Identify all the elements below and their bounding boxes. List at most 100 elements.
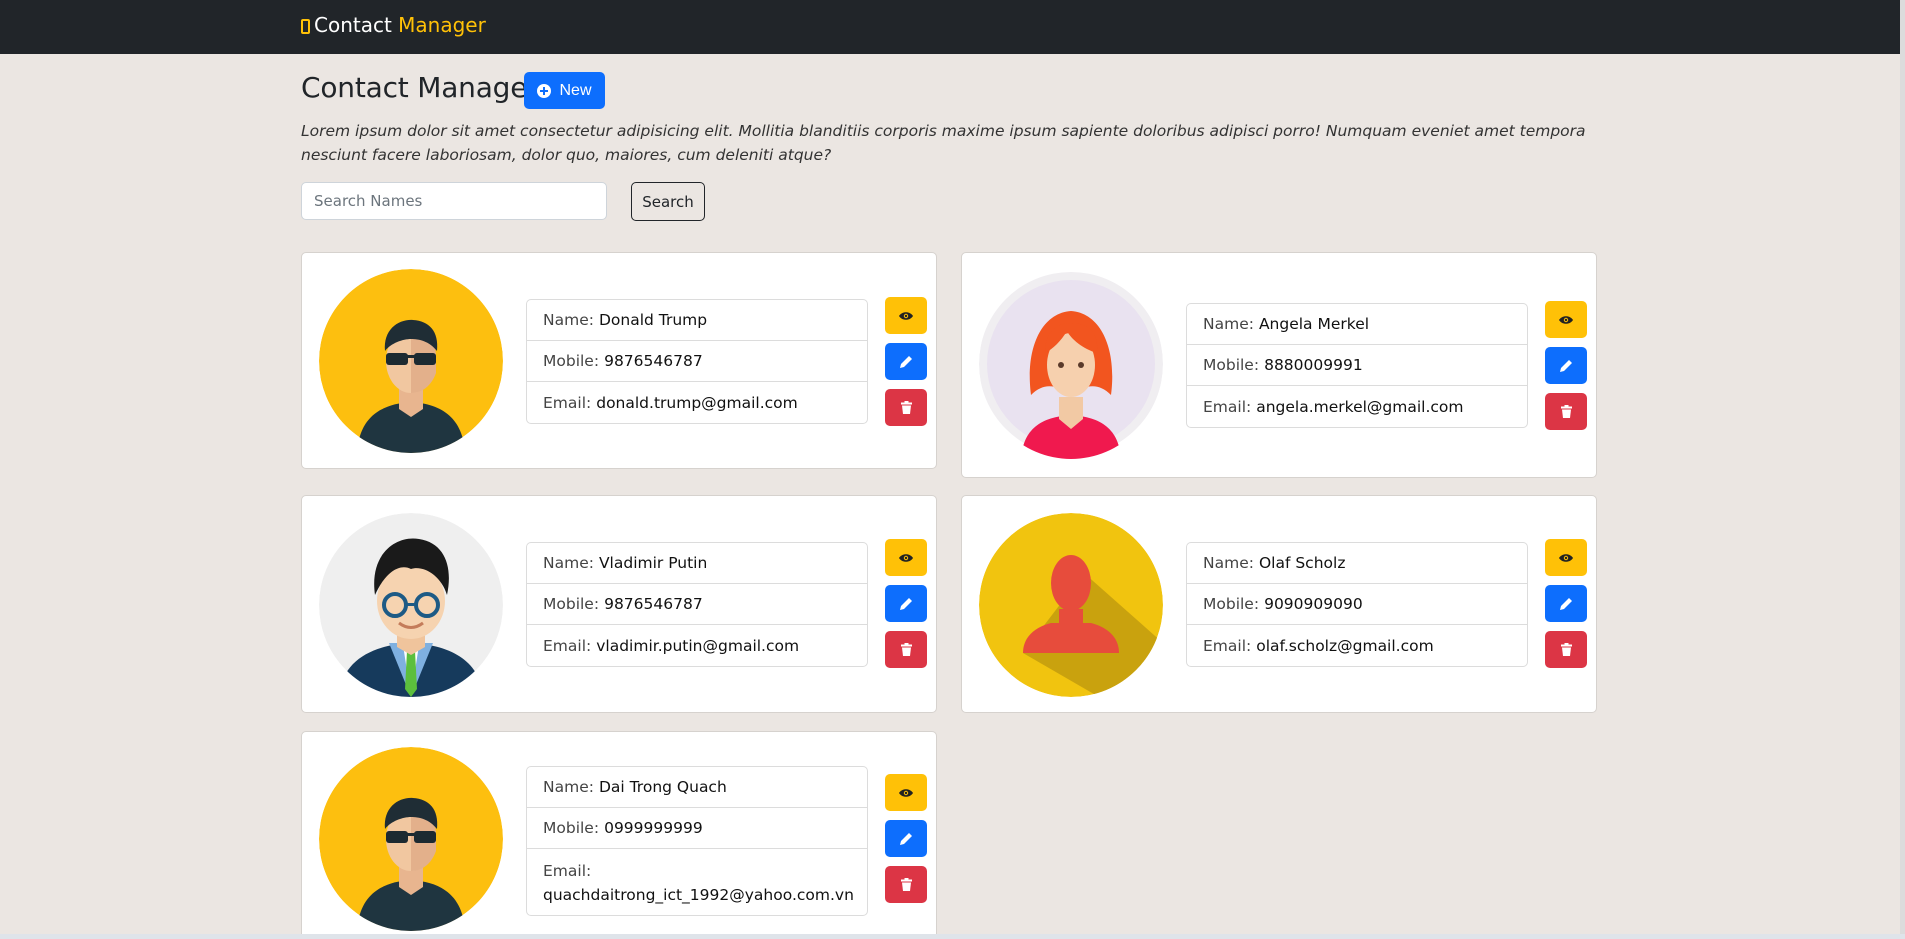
name-label: Name: — [543, 311, 594, 329]
pen-icon — [900, 355, 912, 368]
contact-info-list: Name: Vladimir Putin Mobile: 9876546787 Em… — [526, 542, 868, 667]
contact-actions — [885, 539, 927, 677]
pen-icon — [1560, 359, 1572, 372]
contact-name-row: Name: Donald Trump — [527, 300, 867, 341]
contact-actions — [885, 774, 927, 912]
contact-name: Vladimir Putin — [598, 554, 708, 572]
edit-contact-button[interactable] — [885, 820, 927, 857]
bottom-bar — [0, 934, 1905, 939]
pen-icon — [900, 597, 912, 610]
contact-mobile-row: Mobile: 9090909090 — [1187, 584, 1527, 625]
view-contact-button[interactable] — [885, 774, 927, 811]
email-label: Email: — [543, 862, 592, 880]
view-contact-button[interactable] — [885, 297, 927, 334]
view-contact-button[interactable] — [1545, 539, 1587, 576]
edit-contact-button[interactable] — [885, 343, 927, 380]
delete-contact-button[interactable] — [1545, 393, 1587, 430]
contact-name: Olaf Scholz — [1258, 554, 1346, 572]
contact-mobile: 0999999999 — [604, 819, 703, 837]
contact-email: vladimir.putin@gmail.com — [596, 636, 800, 655]
contact-name-row: Name: Olaf Scholz — [1187, 543, 1527, 584]
contact-mobile-row: Mobile: 9876546787 — [527, 584, 867, 625]
contact-actions — [885, 297, 927, 435]
eye-icon — [1559, 553, 1573, 562]
trash-icon — [1560, 643, 1572, 656]
intro-text: Lorem ipsum dolor sit amet consectetur a… — [301, 122, 1586, 164]
pen-icon — [1560, 597, 1572, 610]
delete-contact-button[interactable] — [1545, 631, 1587, 668]
contact-card: Name: Olaf Scholz Mobile: 9090909090 Email… — [961, 495, 1597, 713]
contact-info-list: Name: Donald Trump Mobile: 9876546787 Emai… — [526, 299, 868, 424]
eye-icon — [899, 553, 913, 562]
name-label: Name: — [1203, 315, 1254, 333]
trash-icon — [900, 878, 912, 891]
email-label: Email: — [1203, 397, 1252, 416]
eye-icon — [899, 788, 913, 797]
contact-email-row: Email: angela.merkel@gmail.com — [1187, 386, 1527, 427]
contact-mobile-row: Mobile: 8880009991 — [1187, 345, 1527, 386]
contact-card: Name: Dai Trong Quach Mobile: 0999999999 E… — [301, 731, 937, 939]
view-contact-button[interactable] — [885, 539, 927, 576]
name-label: Name: — [543, 778, 594, 796]
contact-email-row: Email: vladimir.putin@gmail.com — [527, 625, 867, 666]
mobile-label: Mobile: — [1203, 356, 1260, 374]
brand-link[interactable]: Contact Manager — [301, 13, 486, 37]
contact-name-row: Name: Vladimir Putin — [527, 543, 867, 584]
page-title: Contact Manager — [301, 71, 539, 104]
contact-mobile: 8880009991 — [1264, 356, 1363, 374]
trash-icon — [1560, 405, 1572, 418]
name-label: Name: — [543, 554, 594, 572]
search-button[interactable]: Search — [631, 182, 705, 221]
new-contact-button[interactable]: New — [524, 72, 605, 109]
email-label: Email: — [543, 393, 592, 412]
new-button-label: New — [559, 81, 592, 99]
contact-name-row: Name: Angela Merkel — [1187, 304, 1527, 345]
contact-mobile: 9876546787 — [604, 595, 703, 613]
contact-email-row: Email: donald.trump@gmail.com — [527, 382, 867, 423]
contact-mobile: 9876546787 — [604, 352, 703, 370]
delete-contact-button[interactable] — [885, 631, 927, 668]
edit-contact-button[interactable] — [885, 585, 927, 622]
search-input[interactable] — [301, 182, 607, 220]
scrollbar-thumb[interactable] — [1900, 0, 1905, 939]
contact-card: Name: Donald Trump Mobile: 9876546787 Emai… — [301, 252, 937, 469]
user-silhouette-avatar — [979, 513, 1163, 697]
plus-circle-icon — [537, 83, 552, 98]
man-sunglasses-avatar — [319, 747, 503, 931]
contact-info-list: Name: Olaf Scholz Mobile: 9090909090 Email… — [1186, 542, 1528, 667]
email-label: Email: — [543, 636, 592, 655]
delete-contact-button[interactable] — [885, 389, 927, 426]
contact-actions — [1545, 301, 1587, 439]
contact-name: Angela Merkel — [1258, 315, 1370, 333]
contact-name-row: Name: Dai Trong Quach — [527, 767, 867, 808]
edit-contact-button[interactable] — [1545, 347, 1587, 384]
name-label: Name: — [1203, 554, 1254, 572]
contact-email: angela.merkel@gmail.com — [1256, 397, 1464, 416]
delete-contact-button[interactable] — [885, 866, 927, 903]
contact-email-row: Email: olaf.scholz@gmail.com — [1187, 625, 1527, 666]
email-label: Email: — [1203, 636, 1252, 655]
mobile-label: Mobile: — [543, 595, 600, 613]
eye-icon — [1559, 315, 1573, 324]
contact-actions — [1545, 539, 1587, 677]
contact-email-row: Email: quachdaitrong_ict_1992@yahoo.com.v… — [527, 849, 867, 915]
contact-email: quachdaitrong_ict_1992@yahoo.com.vn — [543, 886, 854, 904]
contact-mobile-row: Mobile: 0999999999 — [527, 808, 867, 849]
mobile-phone-icon — [301, 18, 310, 34]
contact-email: donald.trump@gmail.com — [596, 393, 798, 412]
contact-name: Dai Trong Quach — [598, 778, 727, 796]
man-glasses-suit-avatar — [319, 513, 503, 697]
mobile-label: Mobile: — [1203, 595, 1260, 613]
contact-mobile: 9090909090 — [1264, 595, 1363, 613]
contact-card: Name: Vladimir Putin Mobile: 9876546787 Em… — [301, 495, 937, 713]
woman-red-hair-avatar — [979, 269, 1163, 459]
page-scrollbar[interactable] — [1900, 0, 1905, 939]
pen-icon — [900, 832, 912, 845]
contact-info-list: Name: Angela Merkel Mobile: 8880009991 Ema… — [1186, 303, 1528, 428]
edit-contact-button[interactable] — [1545, 585, 1587, 622]
trash-icon — [900, 643, 912, 656]
man-sunglasses-avatar — [319, 269, 503, 453]
view-contact-button[interactable] — [1545, 301, 1587, 338]
brand-prefix: Contact — [314, 13, 392, 37]
mobile-label: Mobile: — [543, 819, 600, 837]
